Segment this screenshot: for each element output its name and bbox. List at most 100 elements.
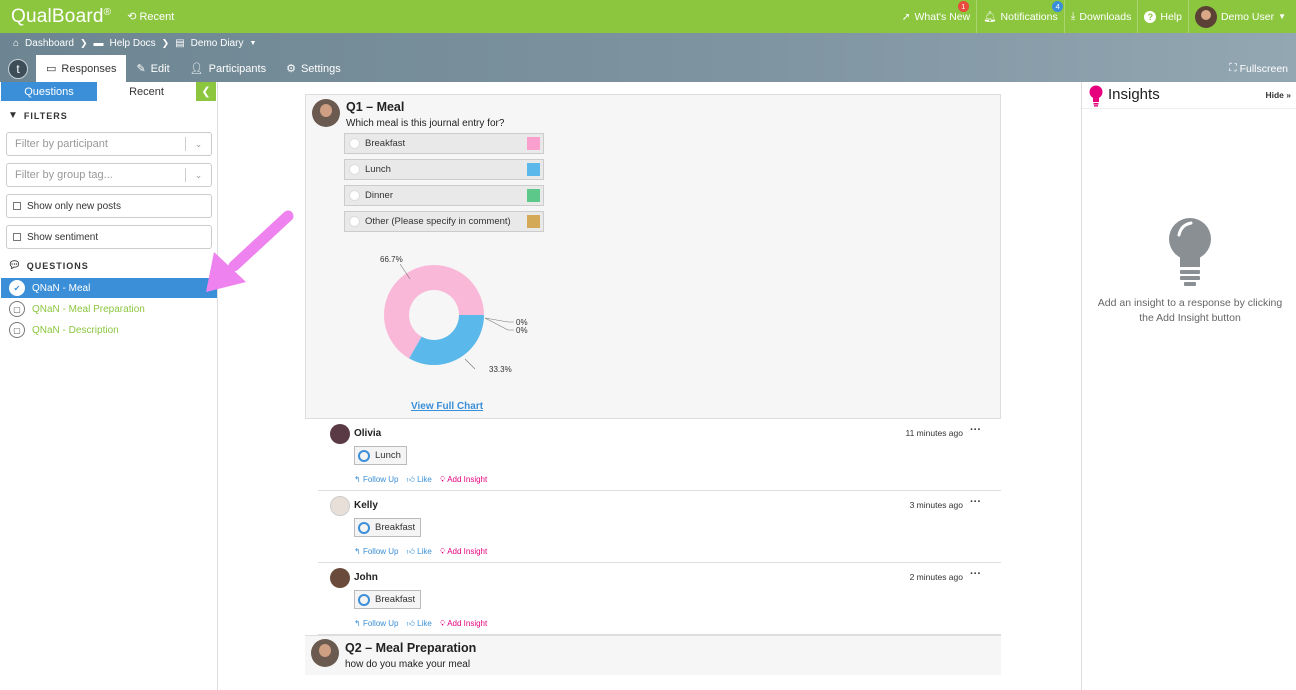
- home-icon: ⌂: [13, 38, 20, 49]
- caret-down-icon: ▼: [249, 40, 257, 47]
- response-answer: Breakfast: [354, 518, 422, 537]
- notifications-link[interactable]: 🔔︎ Notifications 4: [976, 0, 1064, 33]
- data-label-breakfast: 66.7%: [380, 255, 403, 264]
- insights-header: Insights Hide »: [1082, 82, 1296, 109]
- response-answer: Lunch: [354, 446, 407, 465]
- left-panel: Questions Recent ❮ ▼ FILTERS Filter by p…: [0, 82, 218, 690]
- questions-heading: 💬︎ QUESTIONS: [8, 260, 89, 271]
- whats-new-badge: 1: [957, 1, 969, 12]
- tab-participants[interactable]: 👤︎ Participants: [180, 55, 276, 82]
- donut-slice-lunch[interactable]: [409, 315, 484, 365]
- response-actions: ↰ Follow Up 👍︎ Like 💡︎ Add Insight: [354, 475, 487, 485]
- qualboard-logo[interactable]: QualBoard®: [11, 6, 111, 28]
- project-logo-icon[interactable]: t: [8, 58, 28, 79]
- more-options-icon[interactable]: ···: [970, 424, 981, 436]
- user-menu[interactable]: Demo User ▼: [1187, 0, 1296, 33]
- collapse-panel-button[interactable]: ❮: [196, 82, 216, 101]
- response-actions: ↰ Follow Up 👍︎ Like 💡︎ Add Insight: [354, 619, 487, 629]
- fullscreen-button[interactable]: ⛶ Fullscreen: [1229, 62, 1288, 75]
- response-olivia: Olivia 11 minutes ago ··· Lunch ↰ Follow…: [318, 419, 1001, 491]
- filters-heading: ▼ FILTERS: [8, 110, 68, 121]
- data-label-leader: [484, 317, 514, 331]
- add-insight-button[interactable]: 💡︎ Add Insight: [440, 547, 487, 557]
- option-dinner: Dinner: [344, 185, 544, 206]
- option-lunch: Lunch: [344, 159, 544, 180]
- participant-name[interactable]: Kelly: [354, 500, 378, 511]
- question-text: Which meal is this journal entry for?: [346, 118, 505, 129]
- view-full-chart-link[interactable]: View Full Chart: [411, 401, 483, 412]
- add-insight-button[interactable]: 💡︎ Add Insight: [440, 475, 487, 485]
- option-other: Other (Please specify in comment): [344, 211, 544, 232]
- list-icon: ▭: [46, 63, 57, 75]
- tab-edit[interactable]: ✎ Edit: [126, 55, 179, 82]
- question-text: how do you make your meal: [345, 659, 471, 670]
- response-kelly: Kelly 3 minutes ago ··· Breakfast ↰ Foll…: [318, 491, 1001, 563]
- comment-icon: ▢: [9, 322, 25, 338]
- tab-questions[interactable]: Questions: [1, 82, 97, 101]
- expand-icon: ⛶: [1229, 62, 1237, 74]
- lightbulb-icon: [1169, 218, 1211, 286]
- add-insight-button[interactable]: 💡︎ Add Insight: [440, 619, 487, 629]
- color-swatch: [527, 215, 540, 228]
- rocket-icon: ➚: [901, 10, 911, 23]
- question-item-meal[interactable]: ✔ QNaN - Meal: [1, 278, 217, 298]
- follow-up-button[interactable]: ↰ Follow Up: [354, 619, 399, 629]
- tab-responses[interactable]: ▭ Responses: [36, 55, 127, 82]
- follow-up-button[interactable]: ↰ Follow Up: [354, 475, 399, 485]
- more-options-icon[interactable]: ···: [970, 568, 981, 580]
- like-button[interactable]: 👍︎ Like: [407, 475, 432, 485]
- show-sentiment-checkbox[interactable]: Show sentiment: [6, 225, 212, 249]
- breadcrumb-demo-diary[interactable]: Demo Diary: [191, 38, 244, 49]
- recent-link[interactable]: ⟲ Recent: [127, 10, 174, 24]
- question-card-q2: Q2 – Meal Preparation how do you make yo…: [305, 635, 1001, 675]
- question-title: Q2 – Meal Preparation: [345, 641, 477, 655]
- follow-up-button[interactable]: ↰ Follow Up: [354, 547, 399, 557]
- annotation-arrow: [206, 210, 294, 292]
- notifications-badge: 4: [1052, 1, 1064, 12]
- insights-title: Insights: [1108, 86, 1160, 103]
- left-panel-tabs: Questions Recent ❮: [1, 82, 216, 101]
- comments-icon: 💬︎: [8, 260, 22, 271]
- breadcrumb-help-docs[interactable]: Help Docs: [110, 38, 156, 49]
- response-time: 2 minutes ago: [909, 572, 963, 582]
- option-breakfast: Breakfast: [344, 133, 544, 154]
- question-title: Q1 – Meal: [346, 100, 405, 114]
- data-label-leader: [464, 358, 476, 370]
- more-options-icon[interactable]: ···: [970, 496, 981, 508]
- response-time: 3 minutes ago: [909, 500, 963, 510]
- moderator-avatar: [312, 99, 340, 127]
- color-swatch: [527, 137, 540, 150]
- response-john: John 2 minutes ago ··· Breakfast ↰ Follo…: [318, 563, 1001, 635]
- tab-settings[interactable]: ⚙ Settings: [276, 55, 351, 82]
- data-label-lunch: 33.3%: [489, 365, 512, 374]
- bell-icon: 🔔︎: [983, 11, 997, 23]
- whats-new-link[interactable]: ➚ What's New 1: [896, 0, 977, 33]
- chevron-left-icon: ❮: [201, 86, 211, 98]
- help-link[interactable]: ? Help: [1137, 0, 1188, 33]
- participant-name[interactable]: Olivia: [354, 428, 381, 439]
- color-swatch: [527, 189, 540, 202]
- like-button[interactable]: 👍︎ Like: [407, 547, 432, 557]
- hide-insights-button[interactable]: Hide »: [1265, 90, 1291, 100]
- chevron-right-icon: ❯: [161, 38, 170, 48]
- participant-name[interactable]: John: [354, 572, 378, 583]
- filter-group-tag-select[interactable]: Filter by group tag... ⌄: [6, 163, 212, 187]
- breadcrumb: ⌂ Dashboard ❯ ▬ Help Docs ❯ ▤ Demo Diary…: [13, 38, 256, 49]
- question-item-meal-preparation[interactable]: ▢ QNaN - Meal Preparation: [1, 299, 217, 319]
- caret-down-icon: ▼: [1278, 12, 1286, 21]
- tab-recent[interactable]: Recent: [97, 82, 196, 101]
- color-swatch: [527, 163, 540, 176]
- show-new-posts-checkbox[interactable]: Show only new posts: [6, 194, 212, 218]
- project-header: ⌂ Dashboard ❯ ▬ Help Docs ❯ ▤ Demo Diary…: [0, 33, 1296, 82]
- double-chevron-right-icon: »: [1286, 90, 1291, 100]
- downloads-link[interactable]: ⤓ Downloads: [1063, 0, 1138, 33]
- response-time: 11 minutes ago: [905, 428, 964, 438]
- question-item-description[interactable]: ▢ QNaN - Description: [1, 320, 217, 340]
- chevron-down-icon: ⌄: [185, 168, 211, 182]
- participant-avatar: [330, 496, 350, 516]
- breadcrumb-dashboard[interactable]: Dashboard: [25, 38, 74, 49]
- response-actions: ↰ Follow Up 👍︎ Like 💡︎ Add Insight: [354, 547, 487, 557]
- insights-panel: Insights Hide » Add an insight to a resp…: [1081, 82, 1296, 676]
- like-button[interactable]: 👍︎ Like: [407, 619, 432, 629]
- filter-participant-select[interactable]: Filter by participant ⌄: [6, 132, 212, 156]
